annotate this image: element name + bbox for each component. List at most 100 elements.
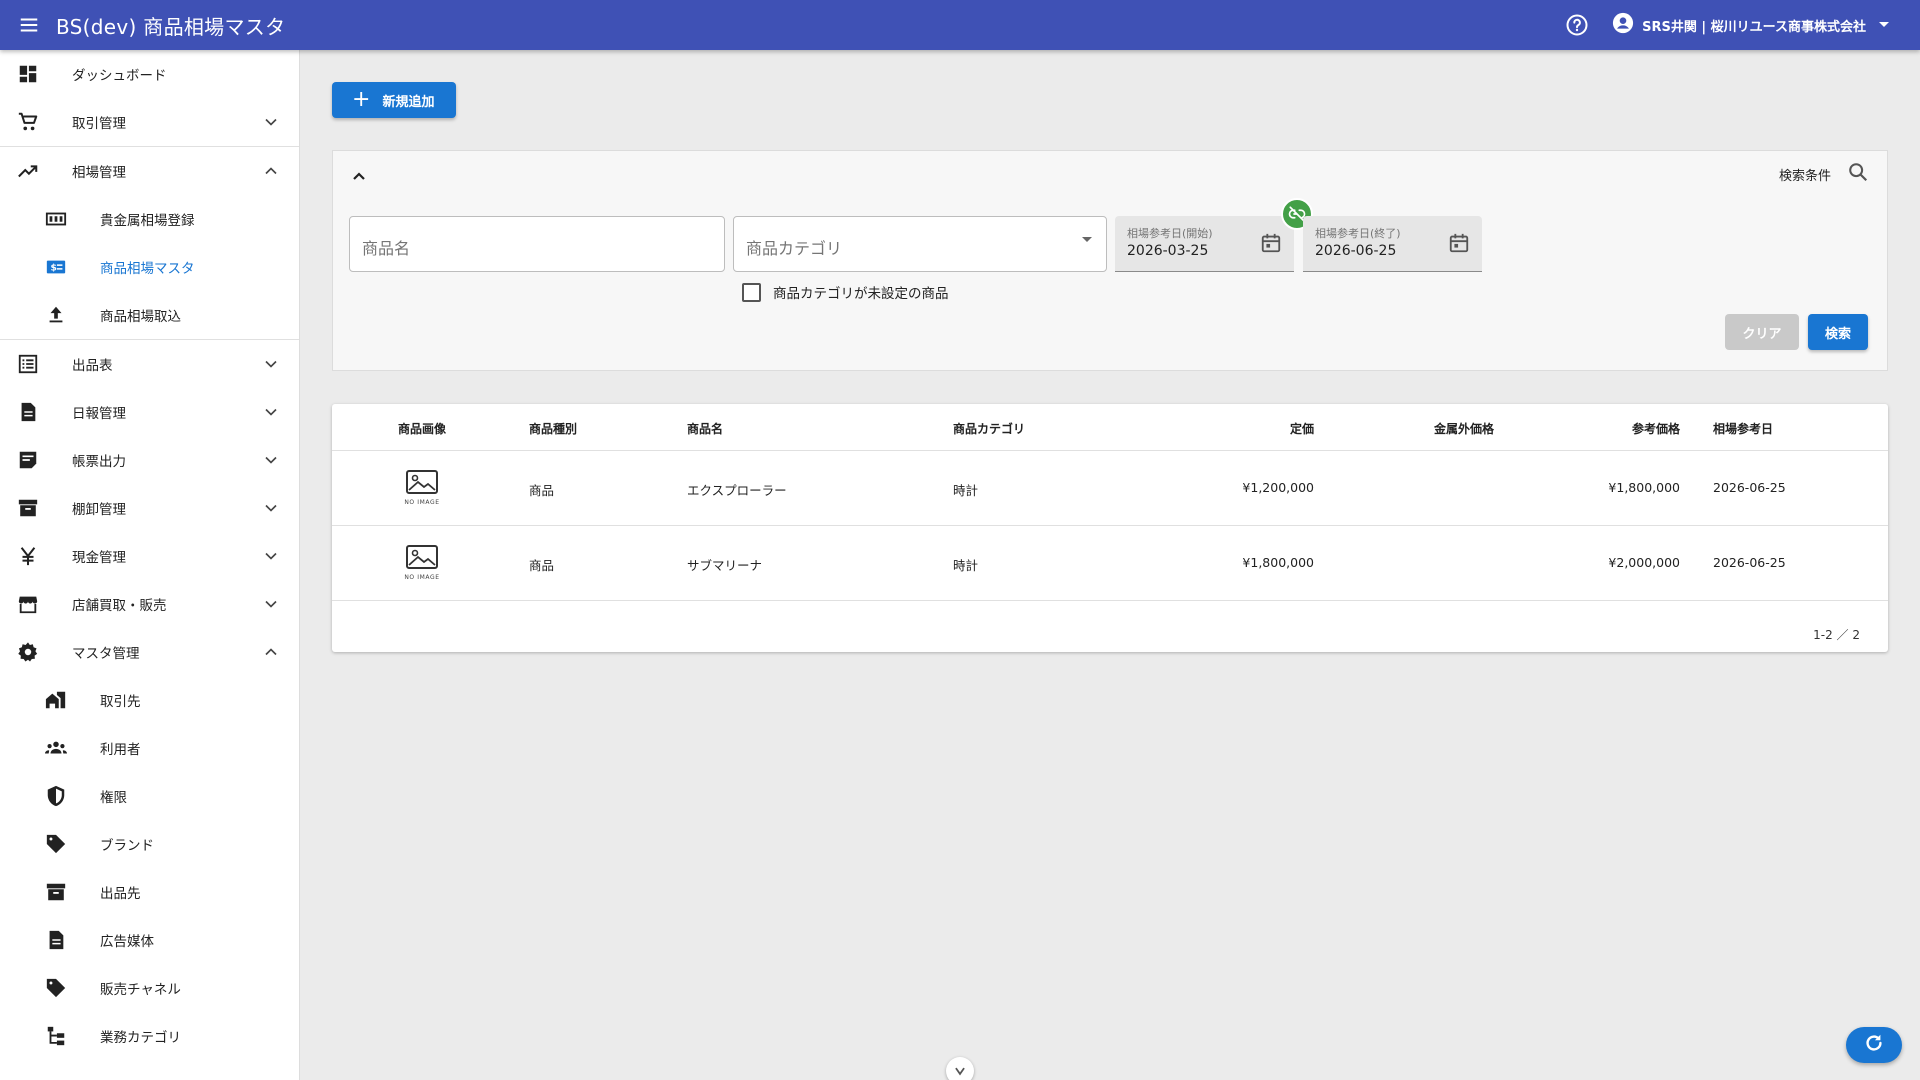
- cell-category: 時計: [953, 558, 979, 573]
- clear-button[interactable]: クリア: [1725, 314, 1799, 350]
- no-image-caption: NO IMAGE: [404, 499, 440, 506]
- refresh-button[interactable]: [1846, 1027, 1902, 1063]
- sidebar-item-store[interactable]: 店舗買取・販売: [0, 580, 299, 628]
- sidebar-item-permissions[interactable]: 権限: [0, 772, 299, 820]
- cell-ref-price: ¥2,000,000: [1608, 555, 1680, 570]
- sidebar-item-price-import[interactable]: 商品相場取込: [0, 291, 299, 339]
- sidebar-item-inventory[interactable]: 棚卸管理: [0, 484, 299, 532]
- cell-ref-price: ¥1,800,000: [1608, 480, 1680, 495]
- app-title: BS(dev) 商品相場マスタ: [56, 14, 286, 39]
- sidebar-item-users[interactable]: 利用者: [0, 724, 299, 772]
- scroll-down-icon[interactable]: [946, 1057, 974, 1080]
- sidebar-item-label: ダッシュボード: [72, 68, 167, 84]
- store-icon: [16, 592, 40, 616]
- sidebar-item-label: 広告媒体: [100, 934, 154, 950]
- account-name: SRS井関 | 桜川リユース商事株式会社: [1642, 19, 1866, 35]
- column-header: 商品名: [687, 422, 724, 436]
- sidebar-item-brand[interactable]: ブランド: [0, 820, 299, 868]
- search-conditions-label: 検索条件: [1778, 169, 1831, 184]
- chevron-up-icon: [265, 648, 277, 656]
- pagination-info: 1-2 ／ 2: [1813, 628, 1860, 642]
- chevron-down-icon: [265, 360, 277, 368]
- sidebar-item-ad-media[interactable]: 広告媒体: [0, 916, 299, 964]
- dropdown-arrow-icon: [1082, 237, 1092, 242]
- menu-icon[interactable]: [14, 10, 44, 40]
- sidebar-item-label: 相場管理: [72, 165, 126, 181]
- product-name-placeholder: 商品名: [362, 239, 411, 258]
- search-icon[interactable]: [1847, 161, 1871, 185]
- sidebar-item-label: 業務カテゴリ: [100, 1030, 181, 1046]
- chevron-down-icon: [265, 600, 277, 608]
- date-end-field[interactable]: 相場参考日(終了) 2026-06-25: [1303, 216, 1482, 272]
- archive-icon: [44, 880, 68, 904]
- sidebar-item-label: 貴金属相場登録: [100, 213, 195, 229]
- help-icon[interactable]: [1564, 12, 1590, 38]
- add-new-label: 新規追加: [382, 94, 435, 110]
- search-panel: 検索条件 商品名 商品カテゴリ 相場参考日(開始) 2026-03-25 相場参…: [332, 150, 1888, 371]
- upload-icon: [44, 303, 68, 327]
- column-header: 商品カテゴリ: [953, 422, 1026, 436]
- results-table: 商品画像 商品種別 商品名 商品カテゴリ 定価 金属外価格 参考価格 相場参考日…: [332, 404, 1888, 652]
- chevron-up-icon[interactable]: [347, 165, 371, 189]
- sidebar-item-label: 販売チャネル: [100, 982, 181, 998]
- sidebar-item-label: 商品相場マスタ: [100, 261, 195, 277]
- list-icon: [16, 352, 40, 376]
- sidebar-item-label: 出品表: [72, 358, 113, 374]
- date-end-value: 2026-06-25: [1315, 243, 1397, 259]
- category-select[interactable]: 商品カテゴリ: [733, 216, 1107, 272]
- product-name-input[interactable]: 商品名: [349, 216, 725, 272]
- sidebar-item-listing[interactable]: 出品表: [0, 340, 299, 388]
- building-icon: [44, 688, 68, 712]
- column-header: 定価: [1289, 422, 1314, 436]
- cell-type: 商品: [529, 558, 555, 573]
- yen-icon: [16, 544, 40, 568]
- sidebar-item-precious-metal[interactable]: 貴金属相場登録: [0, 195, 299, 243]
- sidebar-item-label: マスタ管理: [72, 646, 140, 662]
- cell-ref-date: 2026-06-25: [1713, 480, 1786, 495]
- checkbox-box[interactable]: [742, 282, 761, 302]
- unset-category-label: 商品カテゴリが未設定の商品: [773, 286, 949, 302]
- sidebar-item-daily-report[interactable]: 日報管理: [0, 388, 299, 436]
- sidebar-item-label: 現金管理: [72, 550, 126, 566]
- refresh-icon: [1863, 1032, 1885, 1058]
- sidebar-item-market[interactable]: 相場管理: [0, 147, 299, 195]
- date-start-field[interactable]: 相場参考日(開始) 2026-03-25: [1115, 216, 1294, 272]
- cart-icon: [16, 110, 40, 134]
- sidebar-item-form-output[interactable]: 帳票出力: [0, 436, 299, 484]
- note-icon: [16, 448, 40, 472]
- sidebar-item-business-partner[interactable]: 取引先: [0, 676, 299, 724]
- table-row[interactable]: NO IMAGE 商品 エクスプローラー 時計 ¥1,200,000 ¥1,80…: [332, 451, 1888, 526]
- sidebar-item-sales-channel[interactable]: 販売チャネル: [0, 964, 299, 1012]
- sidebar-item-cash[interactable]: 現金管理: [0, 532, 299, 580]
- cell-list-price: ¥1,800,000: [1242, 555, 1314, 570]
- calendar-icon[interactable]: [1448, 232, 1470, 254]
- price-tag-icon: $: [44, 255, 68, 279]
- account-menu[interactable]: SRS井関 | 桜川リユース商事株式会社: [1612, 12, 1890, 38]
- sidebar-item-transactions[interactable]: 取引管理: [0, 98, 299, 146]
- chevron-down-icon: [265, 504, 277, 512]
- calendar-icon[interactable]: [1260, 232, 1282, 254]
- chevron-down-icon: [265, 408, 277, 416]
- unset-category-checkbox[interactable]: 商品カテゴリが未設定の商品: [742, 282, 949, 302]
- add-new-button[interactable]: + 新規追加: [332, 82, 456, 118]
- sidebar-item-product-price-master[interactable]: $ 商品相場マスタ: [0, 243, 299, 291]
- sidebar-item-label: 取引先: [100, 694, 141, 710]
- sidebar-item-label: 出品先: [100, 886, 141, 902]
- app-bar: BS(dev) 商品相場マスタ SRS井関 | 桜川リユース商事株式会社: [0, 0, 1920, 50]
- cell-list-price: ¥1,200,000: [1242, 480, 1314, 495]
- account-circle-icon: [1612, 12, 1634, 38]
- date-end-label: 相場参考日(終了): [1315, 227, 1401, 240]
- table-row[interactable]: NO IMAGE 商品 サブマリーナ 時計 ¥1,800,000 ¥2,000,…: [332, 526, 1888, 601]
- cell-ref-date: 2026-06-25: [1713, 555, 1786, 570]
- sidebar: ダッシュボード 取引管理 相場管理 貴金属相場登録 $ 商品相場マスタ 商品相場…: [0, 50, 300, 1080]
- document-icon: [16, 400, 40, 424]
- search-button[interactable]: 検索: [1808, 314, 1868, 350]
- sidebar-item-business-category[interactable]: 業務カテゴリ: [0, 1012, 299, 1060]
- sidebar-item-dashboard[interactable]: ダッシュボード: [0, 50, 299, 98]
- sidebar-item-master[interactable]: マスタ管理: [0, 628, 299, 676]
- no-image-icon: NO IMAGE: [402, 469, 442, 509]
- caret-down-icon: [1878, 17, 1890, 33]
- column-header: 参考価格: [1631, 422, 1680, 436]
- sidebar-item-listing-destination[interactable]: 出品先: [0, 868, 299, 916]
- sidebar-item-label: 棚卸管理: [72, 502, 126, 518]
